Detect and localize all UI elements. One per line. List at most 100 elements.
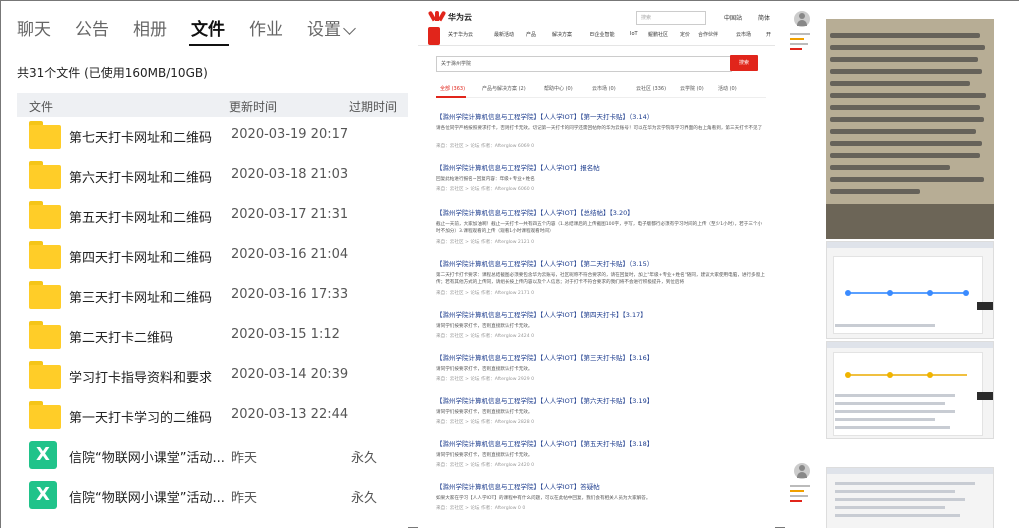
result-tab[interactable]: 活动 (0) bbox=[718, 85, 737, 92]
nav-item[interactable]: 最新活动 bbox=[494, 31, 514, 38]
tab-album[interactable]: 相册 bbox=[133, 15, 167, 40]
folder-icon bbox=[29, 161, 61, 189]
nav-item[interactable]: 开 bbox=[766, 31, 771, 38]
file-expire: 永久 bbox=[351, 451, 378, 466]
folder-icon bbox=[29, 321, 61, 349]
group-file-panel: 聊天 公告 相册 文件 作业 设置 共31个文件 (已使用160MB/10GB)… bbox=[1, 1, 408, 528]
forum-post-screenshots bbox=[785, 1, 1019, 528]
file-row[interactable]: 第三天打卡网址和二维码 2020-03-16 17:33 bbox=[17, 277, 408, 317]
result-meta: 来自：云社区 > 论坛 作者：Afterglow 0 0 bbox=[436, 506, 526, 511]
result-tabs: 全部 (363) 产品与解决方案 (2) 帮助中心 (0) 云市场 (0) 云社… bbox=[436, 85, 766, 97]
avatar bbox=[794, 11, 810, 27]
result-title[interactable]: 【滁州学院计算机信息与工程学院】【人人学IOT】【第一天打卡贴】（3.14） bbox=[436, 111, 653, 121]
folder-icon bbox=[29, 201, 61, 229]
file-row[interactable]: 第五天打卡网址和二维码 2020-03-17 21:31 bbox=[17, 197, 408, 237]
nav-item[interactable]: 定价 bbox=[680, 31, 690, 38]
file-time: 2020-03-16 17:33 bbox=[231, 287, 349, 302]
result-desc: 请各位同学严格按照要求打卡，否则打卡无效。切记第一天打卡的同学还需回帖你的华为云… bbox=[436, 126, 763, 131]
result-desc: 请同学们按要求打卡，否则直接默认打卡无效。 bbox=[436, 324, 533, 329]
result-tab[interactable]: 云社区 (336) bbox=[636, 85, 666, 92]
tab-chat[interactable]: 聊天 bbox=[17, 15, 51, 40]
huawei-brand: 华为云 bbox=[448, 13, 472, 22]
nav-item[interactable]: 鲲鹏社区 bbox=[648, 31, 668, 38]
folder-icon bbox=[29, 121, 61, 149]
result-title[interactable]: 【滁州学院计算机信息与工程学院】【人人学IOT】【第三天打卡贴】【3.16】 bbox=[436, 352, 653, 362]
file-row[interactable]: 第一天打卡学习的二维码 2020-03-13 22:44 bbox=[17, 397, 408, 437]
file-row[interactable]: 第二天打卡二维码 2020-03-15 1:12 bbox=[17, 317, 408, 357]
folder-icon bbox=[29, 361, 61, 389]
file-name: 第三天打卡网址和二维码 bbox=[69, 291, 213, 306]
file-row[interactable]: 学习打卡指导资料和要求 2020-03-14 20:39 bbox=[17, 357, 408, 397]
handwritten-notes-image bbox=[826, 19, 994, 239]
result-meta: 来自：云社区 > 论坛 作者：Afterglow 2420 0 bbox=[436, 463, 535, 468]
result-title[interactable]: 【滁州学院计算机信息与工程学院】【人人学IOT】答疑帖 bbox=[436, 481, 600, 491]
active-result-tab-indicator bbox=[436, 96, 466, 98]
active-tab-indicator bbox=[189, 44, 229, 46]
file-time: 2020-03-17 21:31 bbox=[231, 207, 349, 222]
huawei-top-search[interactable]: 搜索 bbox=[636, 11, 706, 25]
file-row[interactable]: 第四天打卡网址和二维码 2020-03-16 21:04 bbox=[17, 237, 408, 277]
table-screenshot bbox=[826, 467, 994, 528]
result-desc: 回复此帖进行报名~回复内容：年级+专业+姓名 bbox=[436, 177, 535, 182]
nav-item[interactable]: EI企业智能 bbox=[590, 31, 615, 38]
chevron-down-icon[interactable] bbox=[343, 22, 356, 35]
result-title[interactable]: 【滁州学院计算机信息与工程学院】【人人学IOT】【第六天打卡贴】【3.19】 bbox=[436, 395, 653, 405]
nav-item[interactable]: 关于华为云 bbox=[448, 31, 473, 38]
avatar bbox=[794, 463, 810, 479]
result-desc: 如果大家在学习【人人学IOT】的课程中有什么问题，可以在此帖中回复，我们会有相关… bbox=[436, 496, 651, 501]
result-desc: 请同学们按要求打卡，否则直接默认打卡无效。 bbox=[436, 453, 533, 458]
result-tab[interactable]: 云学院 (0) bbox=[680, 85, 704, 92]
result-title[interactable]: 【滁州学院计算机信息与工程学院】【人人学IOT】报名帖 bbox=[436, 162, 600, 172]
excel-file-icon: X bbox=[29, 441, 57, 469]
language-selector[interactable]: 简体 bbox=[758, 13, 770, 22]
tab-files[interactable]: 文件 bbox=[191, 15, 225, 40]
nav-item[interactable]: IoT bbox=[630, 31, 638, 37]
file-name: 第六天打卡网址和二维码 bbox=[69, 171, 213, 186]
result-tab[interactable]: 帮助中心 (0) bbox=[544, 85, 573, 92]
result-tab[interactable]: 云市场 (0) bbox=[592, 85, 616, 92]
huawei-logo-icon bbox=[427, 10, 447, 22]
result-meta: 来自：云社区 > 论坛 作者：Afterglow 2424 0 bbox=[436, 334, 535, 339]
result-title[interactable]: 【滁州学院计算机信息与工程学院】【人人学IOT】【第五天打卡贴】【3.18】 bbox=[436, 438, 653, 448]
file-table-header: 文件 更新时间 过期时间 bbox=[17, 93, 408, 117]
result-title[interactable]: 【滁州学院计算机信息与工程学院】【人人学IOT】【第四天打卡】【3.17】 bbox=[436, 309, 647, 319]
search-input[interactable]: 关于滁州学院 bbox=[436, 56, 732, 72]
file-name: 第七天打卡网址和二维码 bbox=[69, 131, 213, 146]
result-meta: 来自：云社区 > 论坛 作者：Afterglow 2828 0 bbox=[436, 420, 535, 425]
nav-item[interactable]: 产品 bbox=[526, 31, 536, 38]
course-screenshot bbox=[826, 341, 994, 439]
file-row[interactable]: X 信院“物联网小课堂”活动... 昨天 永久 bbox=[17, 437, 408, 477]
file-summary: 共31个文件 (已使用160MB/10GB) bbox=[17, 66, 208, 80]
result-title[interactable]: 【滁州学院计算机信息与工程学院】【人人学IOT】【总结帖】【3.20】 bbox=[436, 207, 634, 217]
file-time: 2020-03-15 1:12 bbox=[231, 327, 340, 342]
file-time: 昨天 bbox=[231, 451, 258, 466]
tab-settings[interactable]: 设置 bbox=[307, 15, 341, 40]
result-meta: 来自：云社区 > 论坛 作者：Afterglow 2171 0 bbox=[436, 291, 535, 296]
file-row[interactable]: 第七天打卡网址和二维码 2020-03-19 20:17 bbox=[17, 117, 408, 157]
result-title[interactable]: 【滁州学院计算机信息与工程学院】【人人学IOT】【第二天打卡贴】（3.15） bbox=[436, 258, 653, 268]
result-desc: 第二天打卡打卡要求：课程总结截图必须要包含华为云账号，社区昵称不符合要求的，请在… bbox=[436, 273, 765, 285]
file-name: 信院“物联网小课堂”活动... bbox=[69, 451, 225, 466]
column-header-name[interactable]: 文件 bbox=[29, 98, 53, 115]
search-button[interactable]: 搜索 bbox=[730, 55, 758, 71]
huawei-nav: 关于华为云 最新活动 产品 解决方案 EI企业智能 IoT 鲲鹏社区 定价 合作… bbox=[418, 29, 775, 41]
file-name: 第四天打卡网址和二维码 bbox=[69, 251, 213, 266]
file-name: 第五天打卡网址和二维码 bbox=[69, 211, 213, 226]
result-meta: 来自：云社区 > 论坛 作者：Afterglow 2121 0 bbox=[436, 240, 535, 245]
tab-announcement[interactable]: 公告 bbox=[75, 15, 109, 40]
result-desc: 请同学们按要求打卡，否则直接默认打卡无效。 bbox=[436, 410, 533, 415]
nav-item[interactable]: 解决方案 bbox=[552, 31, 572, 38]
nav-item[interactable]: 云市场 bbox=[736, 31, 751, 38]
file-time: 2020-03-14 20:39 bbox=[231, 367, 349, 382]
column-header-expire[interactable]: 过期时间 bbox=[349, 98, 397, 115]
column-header-time[interactable]: 更新时间 bbox=[229, 98, 277, 115]
nav-item[interactable]: 合作伙伴 bbox=[698, 31, 718, 38]
file-row[interactable]: X 信院“物联网小课堂”活动... 昨天 永久 bbox=[17, 477, 408, 517]
result-tab-all[interactable]: 全部 (363) bbox=[440, 85, 465, 92]
file-name: 学习打卡指导资料和要求 bbox=[69, 371, 213, 386]
result-tab[interactable]: 产品与解决方案 (2) bbox=[482, 85, 526, 92]
tab-homework[interactable]: 作业 bbox=[249, 15, 283, 40]
group-tabs: 聊天 公告 相册 文件 作业 设置 bbox=[1, 1, 408, 47]
file-row[interactable]: 第六天打卡网址和二维码 2020-03-18 21:03 bbox=[17, 157, 408, 197]
region-selector[interactable]: 中国站 bbox=[724, 13, 742, 22]
